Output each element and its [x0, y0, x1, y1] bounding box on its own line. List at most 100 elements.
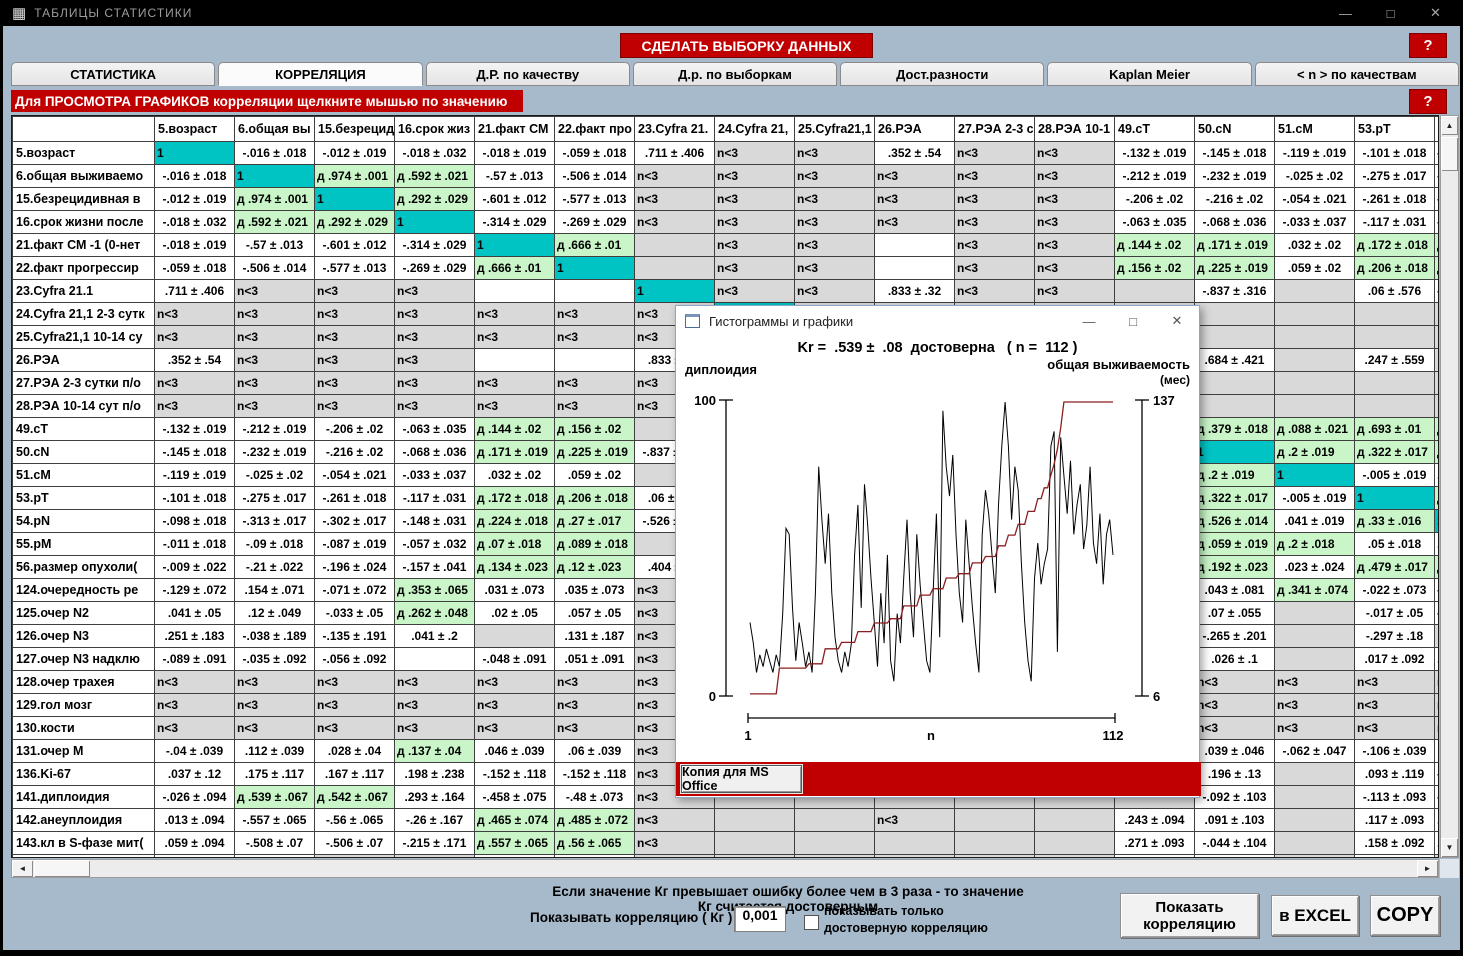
correlation-cell[interactable]: д .557 ± .065: [475, 832, 555, 855]
correlation-cell[interactable]: -.148: [1435, 211, 1440, 234]
correlation-cell[interactable]: -.025 ± .02: [235, 464, 315, 487]
correlation-cell[interactable]: -.016 ± .018: [155, 165, 235, 188]
correlation-cell[interactable]: -.261 ± .018: [315, 487, 395, 510]
correlation-cell[interactable]: .167 ± .117: [315, 763, 395, 786]
correlation-cell[interactable]: .833 ± .32: [875, 280, 955, 303]
correlation-cell[interactable]: .059 ± .02: [1275, 257, 1355, 280]
correlation-cell[interactable]: -.057 ± .032: [395, 533, 475, 556]
correlation-cell[interactable]: д .592 ± .021: [395, 165, 475, 188]
correlation-cell[interactable]: д .341 ± .074: [1275, 579, 1355, 602]
correlation-cell[interactable]: д .2 ± .019: [1275, 441, 1355, 464]
correlation-cell[interactable]: -.04 ± .039: [155, 740, 235, 763]
horizontal-scroll-thumb[interactable]: [34, 860, 90, 877]
correlation-cell[interactable]: д .974 ± .001: [235, 188, 315, 211]
correlation-cell[interactable]: -.106 ± .039: [1355, 740, 1435, 763]
correlation-cell[interactable]: .353 ± .093: [1115, 855, 1195, 859]
correlation-cell[interactable]: д .144 ± .02: [1115, 234, 1195, 257]
correlation-cell[interactable]: -.132 ± .019: [155, 418, 235, 441]
scroll-up-icon[interactable]: ▲: [1441, 116, 1458, 135]
correlation-cell[interactable]: -.261 ± .018: [1355, 188, 1435, 211]
correlation-cell[interactable]: -.458 ± .075: [475, 786, 555, 809]
correlation-cell[interactable]: .091 ± .103: [1195, 809, 1275, 832]
correlation-cell[interactable]: .046 ± .039: [475, 740, 555, 763]
correlation-cell[interactable]: -.059 ± .018: [555, 142, 635, 165]
correlation-cell[interactable]: .06 ± .576: [1355, 280, 1435, 303]
correlation-cell[interactable]: д .2 ± .019: [1195, 464, 1275, 487]
correlation-cell[interactable]: .175 ± .117: [235, 763, 315, 786]
correlation-cell[interactable]: д .33 ± .016: [1355, 510, 1435, 533]
correlation-cell[interactable]: д .137 ± .04: [395, 740, 475, 763]
correlation-cell[interactable]: -.577 ± .013: [555, 188, 635, 211]
correlation-cell[interactable]: -.063 ± .035: [1115, 211, 1195, 234]
vertical-scroll-thumb[interactable]: [1441, 137, 1458, 171]
correlation-cell[interactable]: .059 ± .02: [555, 464, 635, 487]
correlation-cell[interactable]: .243 ± .094: [1115, 809, 1195, 832]
correlation-cell[interactable]: .293 ± .164: [395, 786, 475, 809]
correlation-cell[interactable]: .711 ± .406: [155, 280, 235, 303]
correlation-cell[interactable]: -.016 ± .018: [235, 142, 315, 165]
correlation-cell[interactable]: -.269 ± .029: [395, 257, 475, 280]
correlation-cell[interactable]: д .322 ± .017: [1195, 487, 1275, 510]
correlation-cell[interactable]: -.212 ± .019: [1115, 165, 1195, 188]
correlation-cell[interactable]: .037 ± .12: [155, 763, 235, 786]
correlation-cell[interactable]: .035 ± .073: [555, 579, 635, 602]
correlation-cell[interactable]: .02 ± .05: [475, 602, 555, 625]
correlation-cell[interactable]: -.044 ± .104: [1195, 832, 1275, 855]
correlation-cell[interactable]: д .262 ± .048: [395, 602, 475, 625]
correlation-cell[interactable]: -.1: [1435, 786, 1440, 809]
correlation-cell[interactable]: д .171 ± .019: [1195, 234, 1275, 257]
scroll-left-icon[interactable]: ◄: [12, 860, 33, 877]
correlation-cell[interactable]: -.009 ± .022: [155, 556, 235, 579]
correlation-cell[interactable]: -.196 ± .024: [315, 556, 395, 579]
correlation-cell[interactable]: -.383 ± .078: [235, 855, 315, 859]
correlation-cell[interactable]: -.063 ± .035: [395, 418, 475, 441]
correlation-cell[interactable]: д .379 ± .018: [1195, 418, 1275, 441]
popup-maximize-icon[interactable]: □: [1111, 306, 1155, 336]
minimize-icon[interactable]: —: [1323, 0, 1368, 26]
correlation-cell[interactable]: -.508 ± .07: [235, 832, 315, 855]
correlation-cell[interactable]: -.601 ± .012: [315, 234, 395, 257]
correlation-cell[interactable]: 1: [1355, 487, 1435, 510]
correlation-cell[interactable]: .041 ± .2: [395, 625, 475, 648]
correlation-cell[interactable]: -.012 ± .019: [315, 142, 395, 165]
correlation-cell[interactable]: 1: [315, 188, 395, 211]
correlation-cell[interactable]: -.117 ± .031: [395, 487, 475, 510]
correlation-cell[interactable]: д .2: [1435, 257, 1440, 280]
tab-1[interactable]: СТАТИСТИКА: [11, 62, 215, 86]
correlation-cell[interactable]: .251 ± .183: [155, 625, 235, 648]
correlation-cell[interactable]: д .225 ± .019: [555, 441, 635, 464]
correlation-cell[interactable]: -.119 ± .019: [1275, 142, 1355, 165]
correlation-cell[interactable]: -.089 ± .091: [155, 648, 235, 671]
correlation-cell[interactable]: -.056 ± .092: [315, 648, 395, 671]
correlation-cell[interactable]: 1: [555, 257, 635, 280]
correlation-cell[interactable]: .196 ± .13: [1195, 763, 1275, 786]
correlation-cell[interactable]: -.21 ± .022: [235, 556, 315, 579]
correlation-cell[interactable]: -.232 ± .019: [1195, 165, 1275, 188]
correlation-cell[interactable]: д .292 ± .029: [315, 211, 395, 234]
maximize-icon[interactable]: □: [1368, 0, 1413, 26]
correlation-cell[interactable]: д .192 ± .023: [1195, 556, 1275, 579]
copy-ms-office-button[interactable]: Копия для MS Office: [681, 765, 802, 793]
correlation-cell[interactable]: .032 ± .02: [1275, 234, 1355, 257]
correlation-cell[interactable]: 1: [155, 142, 235, 165]
correlation-cell[interactable]: -.313: [1435, 165, 1440, 188]
correlation-cell[interactable]: -.005 ± .019: [1275, 487, 1355, 510]
correlation-cell[interactable]: .15: [1435, 832, 1440, 855]
correlation-cell[interactable]: -.059 ± .018: [155, 257, 235, 280]
correlation-cell[interactable]: 1: [1195, 441, 1275, 464]
correlation-cell[interactable]: .057 ± .05: [555, 602, 635, 625]
correlation-cell[interactable]: 1: [395, 211, 475, 234]
correlation-cell[interactable]: -.206 ± .02: [315, 418, 395, 441]
correlation-cell[interactable]: -.033 ± .037: [395, 464, 475, 487]
correlation-cell[interactable]: д .172 ± .018: [1355, 234, 1435, 257]
correlation-cell[interactable]: -.09 ± .018: [235, 533, 315, 556]
correlation-cell[interactable]: -.216 ± .02: [1195, 188, 1275, 211]
correlation-cell[interactable]: .05: [1435, 533, 1440, 556]
correlation-cell[interactable]: -.148 ± .031: [395, 510, 475, 533]
correlation-cell[interactable]: -.275 ± .017: [235, 487, 315, 510]
correlation-cell[interactable]: д .33: [1435, 487, 1440, 510]
correlation-cell[interactable]: д .52: [1435, 441, 1440, 464]
tab-7[interactable]: < n > по качествам: [1255, 62, 1459, 86]
correlation-cell[interactable]: д .088 ± .021: [1275, 418, 1355, 441]
correlation-cell[interactable]: д .156 ± .02: [555, 418, 635, 441]
